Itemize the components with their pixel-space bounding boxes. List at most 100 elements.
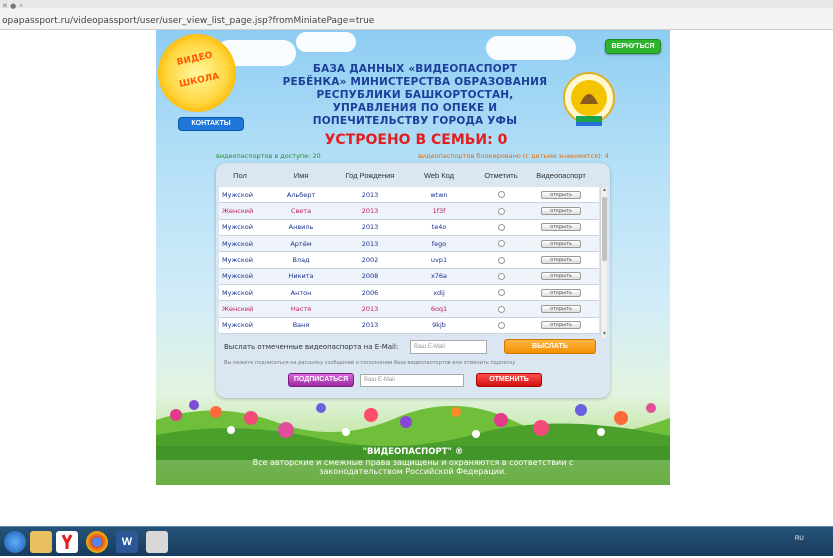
- row-code: 9kjb: [432, 321, 446, 330]
- row-passport-cell: открыть: [523, 190, 599, 199]
- header-sex: Пол: [233, 171, 247, 180]
- cloud-decoration: [296, 32, 356, 52]
- row-year: 2013: [361, 190, 379, 199]
- row-mark-cell: [479, 289, 523, 297]
- footer-copyright-line1: Все авторские и смежные права защищены и…: [252, 457, 574, 467]
- row-passport-cell: открыть: [523, 321, 599, 330]
- row-sex: Мужской: [222, 256, 254, 265]
- row-mark-cell: [479, 223, 523, 231]
- flowers-decoration: [156, 400, 670, 460]
- row-sex: Мужской: [222, 321, 254, 330]
- table-row[interactable]: Женский Света 2013 1f3f открыть: [219, 203, 599, 220]
- row-year: 2013: [361, 223, 379, 232]
- row-sex: Мужской: [222, 223, 254, 232]
- row-year: 2002: [361, 256, 379, 265]
- row-year: 2013: [361, 305, 379, 314]
- row-year: 2013: [361, 239, 379, 248]
- table-row[interactable]: Мужской Никита 2008 x76a открыть: [219, 268, 599, 286]
- row-name: Никита: [288, 272, 314, 281]
- table-row[interactable]: Мужской Влад 2002 uvp1 открыть: [219, 252, 599, 269]
- row-passport-cell: открыть: [523, 256, 599, 265]
- row-sex: Мужской: [222, 288, 254, 297]
- paint-icon[interactable]: [146, 531, 168, 553]
- open-passport-button[interactable]: открыть: [541, 305, 581, 314]
- header-year: Год Рождения: [345, 171, 395, 180]
- row-name: Ваня: [292, 321, 310, 330]
- yandex-icon[interactable]: [56, 531, 78, 553]
- back-button[interactable]: ВЕРНУТЬСЯ: [605, 39, 661, 54]
- row-name: Антон: [290, 288, 312, 297]
- header-mark: Отметить: [484, 171, 518, 180]
- mark-checkbox[interactable]: [497, 223, 505, 231]
- open-passport-button[interactable]: открыть: [541, 256, 581, 265]
- language-indicator[interactable]: RU: [795, 536, 804, 542]
- row-code: fego: [431, 239, 447, 248]
- mark-checkbox[interactable]: [497, 289, 505, 297]
- open-passport-button[interactable]: открыть: [541, 239, 581, 248]
- contacts-button[interactable]: КОНТАКТЫ: [178, 117, 244, 131]
- start-icon[interactable]: [4, 531, 26, 553]
- scroll-thumb[interactable]: [602, 197, 607, 261]
- send-button[interactable]: ВЫСЛАТЬ: [504, 339, 596, 354]
- table-row[interactable]: Мужской Анвиль 2013 te4o открыть: [219, 219, 599, 237]
- page-title: БАЗА ДАННЫХ «ВИДЕОПАСПОРТ РЕБЁНКА» МИНИС…: [282, 63, 548, 127]
- open-passport-button[interactable]: открыть: [541, 288, 581, 297]
- row-year: 2013: [361, 321, 379, 330]
- url-field[interactable]: opapassport.ru/videopassport/user/user_v…: [0, 14, 833, 28]
- row-name: Артём: [290, 239, 312, 248]
- word-icon[interactable]: W: [116, 531, 138, 553]
- row-name: Влад: [292, 256, 310, 265]
- scroll-down-icon[interactable]: ▼: [601, 331, 608, 338]
- row-mark-cell: [479, 305, 523, 313]
- site-footer: "ВИДЕОПАСПОРТ" ® Все авторские и смежные…: [156, 446, 670, 485]
- row-code: wtwn: [430, 190, 448, 199]
- table-row[interactable]: Мужской Ваня 2013 9kjb открыть: [219, 317, 599, 335]
- explorer-icon[interactable]: [30, 531, 52, 553]
- mark-checkbox[interactable]: [497, 191, 505, 199]
- chrome-icon[interactable]: [86, 531, 108, 553]
- row-passport-cell: открыть: [523, 288, 599, 297]
- row-mark-cell: [479, 207, 523, 215]
- row-year: 2006: [361, 288, 379, 297]
- open-passport-button[interactable]: открыть: [541, 321, 581, 330]
- table-scrollbar[interactable]: ▲ ▼: [600, 187, 607, 338]
- send-email-input[interactable]: Ваш E-Mail: [410, 340, 487, 354]
- mark-checkbox[interactable]: [497, 272, 505, 280]
- mark-checkbox[interactable]: [497, 240, 505, 248]
- table-row[interactable]: Мужской Антон 2006 xdij открыть: [219, 285, 599, 302]
- scroll-up-icon[interactable]: ▲: [601, 187, 608, 194]
- site-panel: ВИДЕО ШКОЛА ВЕРНУТЬСЯ БАЗА ДАННЫХ «ВИДЕО…: [156, 30, 670, 485]
- row-passport-cell: открыть: [523, 207, 599, 216]
- mark-checkbox[interactable]: [497, 256, 505, 264]
- row-name: Настя: [290, 305, 312, 314]
- mark-checkbox[interactable]: [497, 321, 505, 329]
- open-passport-button[interactable]: открыть: [541, 207, 581, 216]
- footer-brand: "ВИДЕОПАСПОРТ" ®: [362, 447, 464, 457]
- row-sex: Мужской: [222, 272, 254, 281]
- browser-nav-icons[interactable]: ✕ ● ⚬: [2, 2, 24, 10]
- table-row[interactable]: Мужской Альберт 2013 wtwn открыть: [219, 187, 599, 204]
- header-name: Имя: [293, 171, 309, 180]
- table-body[interactable]: Мужской Альберт 2013 wtwn открыть Женский Свет…: [219, 187, 599, 338]
- windows-taskbar: W RU: [0, 526, 833, 556]
- table-row[interactable]: Мужской Артём 2013 fego открыть: [219, 236, 599, 253]
- mark-checkbox[interactable]: [497, 305, 505, 313]
- row-code: 1f3f: [432, 207, 446, 216]
- open-passport-button[interactable]: открыть: [541, 223, 581, 232]
- mark-checkbox[interactable]: [497, 207, 505, 215]
- row-sex: Женский: [222, 305, 254, 314]
- open-passport-button[interactable]: открыть: [541, 190, 581, 199]
- header-passport: Видеопаспорт: [536, 171, 586, 180]
- row-mark-cell: [479, 240, 523, 248]
- site-logo[interactable]: ВИДЕО ШКОЛА: [158, 34, 236, 112]
- row-passport-cell: открыть: [523, 272, 599, 281]
- row-mark-cell: [479, 256, 523, 264]
- blocked-count: видеопаспортов блокировано (с детьми зна…: [418, 152, 609, 160]
- row-name: Света: [290, 207, 312, 216]
- browser-address-bar: ✕ ● ⚬ opapassport.ru/videopassport/user/…: [0, 0, 833, 30]
- row-sex: Женский: [222, 207, 254, 216]
- row-mark-cell: [479, 321, 523, 329]
- table-row[interactable]: Женский Настя 2013 6oq1 открыть: [219, 301, 599, 318]
- row-code: uvp1: [430, 256, 448, 265]
- open-passport-button[interactable]: открыть: [541, 272, 581, 281]
